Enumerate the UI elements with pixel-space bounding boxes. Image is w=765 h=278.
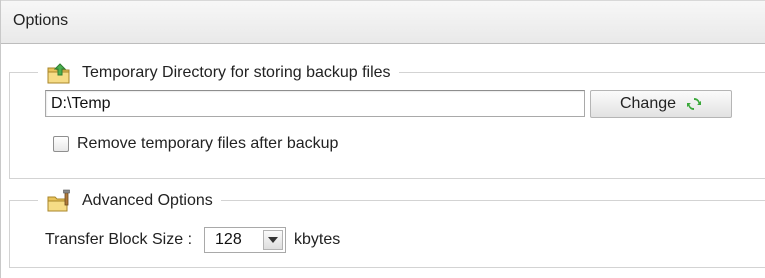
remove-temp-files-row: Remove temporary files after backup [53, 133, 338, 155]
remove-temp-files-checkbox[interactable] [53, 136, 69, 152]
transfer-block-size-select[interactable]: 128 [204, 227, 287, 253]
panel-title: Options [13, 12, 69, 29]
temp-directory-fieldset: Temporary Directory for storing backup f… [9, 59, 765, 179]
panel-header: Options [1, 0, 765, 44]
temp-directory-label: Temporary Directory for storing backup f… [82, 64, 391, 81]
chevron-down-icon[interactable] [263, 230, 284, 250]
remove-temp-files-label: Remove temporary files after backup [77, 135, 339, 152]
temp-directory-legend: Temporary Directory for storing backup f… [38, 59, 399, 87]
folder-tools-icon [46, 189, 72, 213]
options-panel: Options Temporary Directory for storing … [0, 0, 765, 278]
transfer-block-size-unit: kbytes [294, 231, 341, 248]
advanced-options-legend: Advanced Options [38, 187, 221, 215]
change-button[interactable]: Change [590, 90, 732, 118]
refresh-icon [686, 96, 702, 112]
transfer-block-size-row: Transfer Block Size : 128 kbytes [45, 226, 340, 254]
folder-up-icon [46, 61, 72, 85]
transfer-block-size-label: Transfer Block Size : [45, 231, 193, 248]
advanced-options-label: Advanced Options [82, 192, 213, 209]
change-button-label: Change [619, 95, 677, 112]
temp-directory-input[interactable] [45, 90, 585, 117]
transfer-block-size-value: 128 [215, 231, 242, 248]
